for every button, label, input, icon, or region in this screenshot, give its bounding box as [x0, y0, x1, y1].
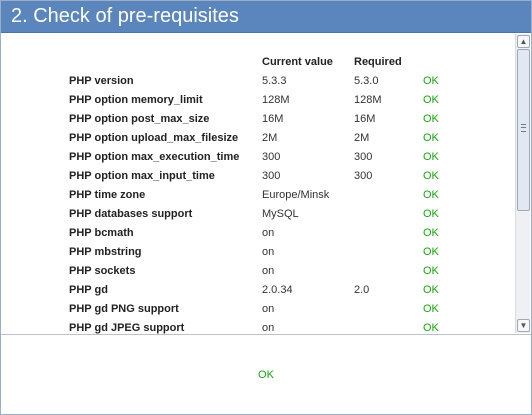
current-value: 5.3.3: [262, 74, 287, 87]
requirement-name: PHP gd: [69, 283, 108, 296]
current-value: on: [262, 302, 275, 315]
required-value: [350, 242, 419, 261]
result-status: OK: [423, 131, 439, 144]
table-row: PHP option memory_limit 128M 128M OK: [65, 90, 459, 109]
result-status: OK: [423, 188, 439, 201]
requirement-name: PHP gd JPEG support: [69, 321, 185, 334]
table-row: PHP sockets on OK: [65, 261, 459, 280]
requirement-name: PHP sockets: [69, 264, 136, 277]
table-row: PHP gd PNG support on OK: [65, 299, 459, 318]
requirement-name: PHP option max_execution_time: [69, 150, 240, 163]
required-value: 16M: [354, 112, 376, 125]
table-row: PHP option post_max_size 16M 16M OK: [65, 109, 459, 128]
table-row: PHP gd 2.0.34 2.0 OK: [65, 280, 459, 299]
requirement-name: PHP mbstring: [69, 245, 142, 258]
requirement-name: PHP version: [69, 74, 134, 87]
result-status: OK: [423, 207, 439, 220]
table-row: PHP bcmath on OK: [65, 223, 459, 242]
result-status: OK: [423, 302, 439, 315]
requirement-name: PHP bcmath: [69, 226, 134, 239]
table-row: PHP time zone Europe/Minsk OK: [65, 185, 459, 204]
current-value: 2M: [262, 131, 278, 144]
prerequisites-table: Current value Required PHP version 5.3.3 5…: [65, 52, 459, 334]
required-value: [350, 261, 419, 280]
scroll-thumb[interactable]: [517, 49, 530, 211]
prerequisites-panel: Current value Required PHP version 5.3.3 5…: [1, 34, 514, 334]
table-row: PHP option max_input_time 300 300 OK: [65, 166, 459, 185]
current-value: on: [262, 321, 275, 334]
current-value: 2.0.34: [262, 283, 293, 296]
result-status: OK: [423, 321, 439, 334]
required-value: 300: [354, 150, 373, 163]
current-value: 16M: [262, 112, 284, 125]
title-bar[interactable]: 2. Check of pre-requisites: [1, 1, 531, 33]
table-row: PHP version 5.3.3 5.3.0 OK: [65, 71, 459, 90]
requirement-name: PHP databases support: [69, 207, 193, 220]
requirement-name: PHP gd PNG support: [69, 302, 179, 315]
requirement-name: PHP option post_max_size: [69, 112, 210, 125]
required-value: [350, 204, 419, 223]
requirement-name: PHP time zone: [69, 188, 146, 201]
overall-status: OK: [258, 369, 274, 381]
required-value: [350, 318, 419, 334]
required-value: [350, 185, 419, 204]
vertical-scrollbar[interactable]: ▲ ▼: [515, 34, 530, 333]
table-row: PHP option upload_max_filesize 2M 2M OK: [65, 128, 459, 147]
column-header-current-value: Current value: [262, 55, 333, 68]
current-value: 300: [262, 150, 281, 163]
table-row: PHP mbstring on OK: [65, 242, 459, 261]
requirement-name: PHP option max_input_time: [69, 169, 215, 182]
prerequisites-dialog: 2. Check of pre-requisites Current value…: [0, 0, 532, 415]
required-value: [350, 223, 419, 242]
current-value: Europe/Minsk: [262, 188, 330, 201]
table-row: PHP gd JPEG support on OK: [65, 318, 459, 334]
current-value: on: [262, 226, 275, 239]
requirement-name: PHP option upload_max_filesize: [69, 131, 239, 144]
column-header-required: Required: [354, 55, 402, 68]
required-value: 128M: [354, 93, 382, 106]
table-header-row: Current value Required: [65, 52, 459, 71]
required-value: [350, 299, 419, 318]
current-value: on: [262, 264, 275, 277]
column-header-name: [65, 52, 258, 71]
scroll-grip-icon: [521, 124, 526, 132]
window-title: 2. Check of pre-requisites: [11, 5, 239, 27]
result-status: OK: [423, 93, 439, 106]
current-value: MySQL: [262, 207, 299, 220]
result-status: OK: [423, 112, 439, 125]
required-value: 300: [354, 169, 373, 182]
dialog-footer: OK: [1, 335, 531, 414]
required-value: 2.0: [354, 283, 370, 296]
result-status: OK: [423, 150, 439, 163]
current-value: on: [262, 245, 275, 258]
current-value: 300: [262, 169, 281, 182]
column-header-result: [419, 52, 459, 71]
required-value: 2M: [354, 131, 370, 144]
result-status: OK: [423, 245, 439, 258]
result-status: OK: [423, 226, 439, 239]
table-row: PHP option max_execution_time 300 300 OK: [65, 147, 459, 166]
result-status: OK: [423, 74, 439, 87]
result-status: OK: [423, 169, 439, 182]
scroll-up-arrow-icon[interactable]: ▲: [517, 35, 530, 48]
scroll-down-arrow-icon[interactable]: ▼: [517, 319, 530, 332]
requirement-name: PHP option memory_limit: [69, 93, 203, 106]
current-value: 128M: [262, 93, 290, 106]
table-row: PHP databases support MySQL OK: [65, 204, 459, 223]
required-value: 5.3.0: [354, 74, 379, 87]
result-status: OK: [423, 283, 439, 296]
result-status: OK: [423, 264, 439, 277]
